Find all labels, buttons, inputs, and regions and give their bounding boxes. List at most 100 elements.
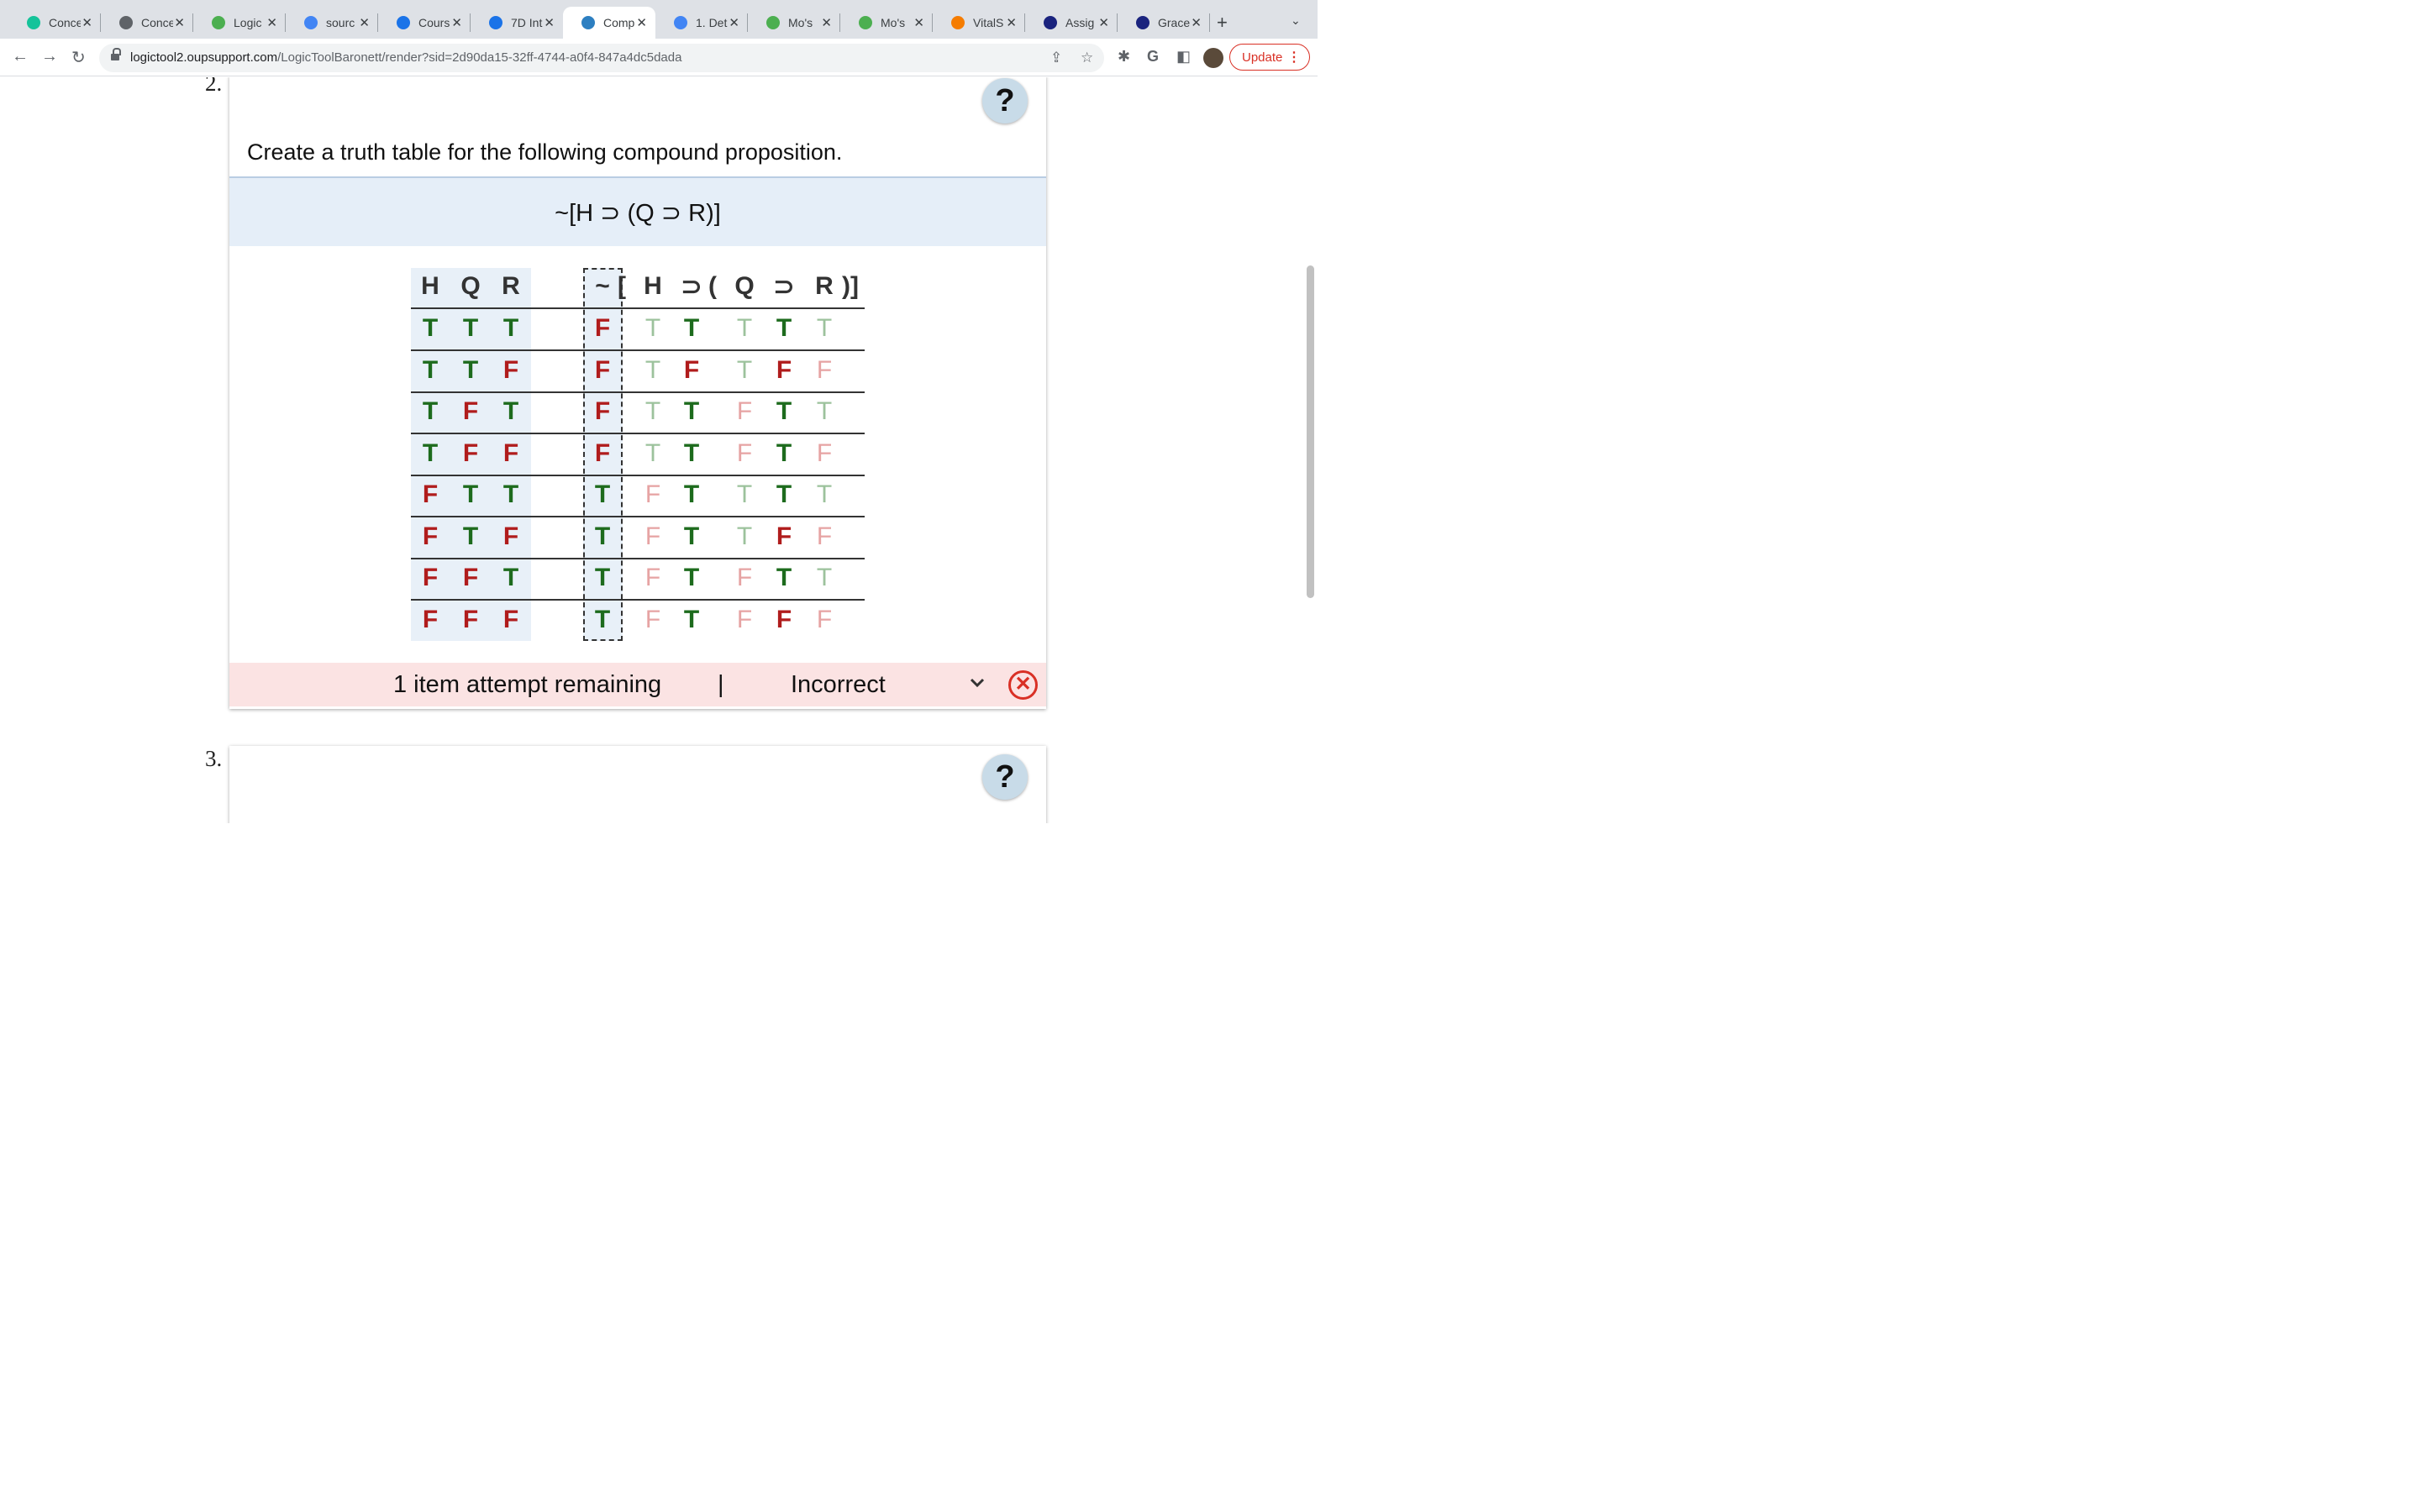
browser-toolbar: ← → ↻ logictool2.oupsupport.com/LogicToo… <box>0 39 1318 76</box>
tab-separator <box>1209 13 1210 32</box>
close-tab-icon[interactable]: ✕ <box>729 15 739 30</box>
subformula-cell: T <box>683 314 700 342</box>
formula-column-header: Q <box>734 272 755 300</box>
tab-label: Conce <box>141 16 173 29</box>
ref-column-header: R <box>502 272 520 300</box>
vitalsource-icon <box>951 16 965 29</box>
subformula-cell: T <box>644 355 661 384</box>
ref-cell: F <box>422 522 439 550</box>
ref-cell: F <box>502 438 519 467</box>
formula-column-header: )] <box>842 272 859 300</box>
scrollbar-thumb[interactable] <box>1307 265 1314 598</box>
subformula-cell: F <box>644 564 661 591</box>
browser-tab[interactable]: Conce ✕ <box>8 7 101 39</box>
back-icon[interactable]: ← <box>12 47 29 66</box>
circle-icon <box>489 16 502 29</box>
avatar[interactable] <box>1203 48 1223 68</box>
close-tab-icon[interactable]: ✕ <box>82 15 92 30</box>
question-number: 2. <box>205 77 223 96</box>
subformula-cell: T <box>816 397 833 425</box>
close-tab-icon[interactable]: ✕ <box>359 15 370 30</box>
close-tab-icon[interactable]: ✕ <box>636 15 647 30</box>
chevron-down-icon[interactable] <box>969 674 986 690</box>
ref-cell: F <box>502 522 519 550</box>
browser-tab[interactable]: Mo's ✕ <box>748 7 840 39</box>
subformula-cell: T <box>816 564 833 591</box>
browser-tab[interactable]: Conce ✕ <box>101 7 193 39</box>
star-icon[interactable]: ☆ <box>1081 50 1093 66</box>
ref-cell: T <box>422 438 439 467</box>
close-tab-icon[interactable]: ✕ <box>1191 15 1202 30</box>
tab-label: Assig <box>1065 16 1095 29</box>
browser-tab[interactable]: Assig ✕ <box>1025 7 1118 39</box>
subformula-cell: T <box>683 522 700 550</box>
browser-tab[interactable]: Grace ✕ <box>1118 7 1210 39</box>
row-divider <box>411 474 865 476</box>
extensions-icon[interactable]: ✱ <box>1118 48 1130 66</box>
ref-cell: T <box>462 314 479 342</box>
row-divider <box>411 433 865 434</box>
subformula-cell: F <box>816 522 833 550</box>
ref-cell: F <box>422 605 439 633</box>
subformula-cell: F <box>776 355 792 384</box>
question-number-3: 3. <box>205 746 223 771</box>
side-panel-icon[interactable]: ◧ <box>1176 48 1191 66</box>
subformula-cell: T <box>644 438 661 467</box>
share-icon[interactable]: ⇪ <box>1050 50 1062 66</box>
close-tab-icon[interactable]: ✕ <box>174 15 185 30</box>
browser-tab[interactable]: 1. Det ✕ <box>655 7 748 39</box>
main-operator-highlight <box>583 268 623 641</box>
browser-tab[interactable]: Comp ✕ <box>563 7 655 39</box>
tab-label: Logic <box>234 16 262 29</box>
close-tab-icon[interactable]: ✕ <box>451 15 462 30</box>
ref-column-header: Q <box>460 272 481 300</box>
asterisk-icon <box>859 16 872 29</box>
subformula-cell: F <box>776 605 792 633</box>
browser-tab[interactable]: VitalS ✕ <box>933 7 1025 39</box>
ref-cell: F <box>462 605 479 633</box>
close-tab-icon[interactable]: ✕ <box>544 15 555 30</box>
reload-icon[interactable]: ↻ <box>71 47 86 68</box>
subformula-cell: T <box>683 480 700 508</box>
subformula-cell: T <box>683 438 700 467</box>
address-bar[interactable]: logictool2.oupsupport.com/LogicToolBaron… <box>99 44 1104 72</box>
scrollbar[interactable] <box>1304 77 1318 823</box>
subformula-cell: T <box>736 314 753 342</box>
status-bar: 1 item attempt remaining | Incorrect ✕ <box>229 663 1046 706</box>
google-icon <box>674 16 687 29</box>
browser-tab[interactable]: Logic ✕ <box>193 7 286 39</box>
docs-icon <box>304 16 318 29</box>
browser-tab[interactable]: Cours ✕ <box>378 7 471 39</box>
grammarly-icon[interactable]: G <box>1147 48 1159 66</box>
subformula-cell: T <box>683 564 700 591</box>
subformula-cell: F <box>736 605 753 633</box>
browser-tab[interactable]: Mo's ✕ <box>840 7 933 39</box>
subformula-cell: T <box>776 314 792 342</box>
formula-column-header: H <box>644 272 662 300</box>
subformula-cell: T <box>683 605 700 633</box>
help-button[interactable]: ? <box>982 78 1028 123</box>
menu-icon: ⋮ <box>1287 50 1301 65</box>
subformula-cell: F <box>816 438 833 467</box>
forward-icon[interactable]: → <box>41 47 58 66</box>
close-tab-icon[interactable]: ✕ <box>1098 15 1109 30</box>
chevron-down-icon[interactable]: ⌄ <box>1291 13 1301 28</box>
browser-tab[interactable]: sourc ✕ <box>286 7 378 39</box>
ref-cell: T <box>462 355 479 384</box>
ref-column-header: H <box>421 272 439 300</box>
ref-cell: F <box>502 605 519 633</box>
browser-tab[interactable]: 7D Int ✕ <box>471 7 563 39</box>
ref-cell: T <box>502 397 519 425</box>
close-tab-icon[interactable]: ✕ <box>266 15 277 30</box>
subformula-cell: T <box>776 438 792 467</box>
ref-cell: T <box>502 564 519 591</box>
new-tab-icon[interactable]: + <box>1217 12 1228 34</box>
help-button-3[interactable]: ? <box>982 754 1028 800</box>
update-button[interactable]: Update ⋮ <box>1229 44 1310 71</box>
attempts-remaining: 1 item attempt remaining <box>393 671 662 698</box>
close-tab-icon[interactable]: ✕ <box>1006 15 1017 30</box>
close-tab-icon[interactable]: ✕ <box>913 15 924 30</box>
grammarly-icon <box>27 16 40 29</box>
tab-label: VitalS <box>973 16 1004 29</box>
close-tab-icon[interactable]: ✕ <box>821 15 832 30</box>
